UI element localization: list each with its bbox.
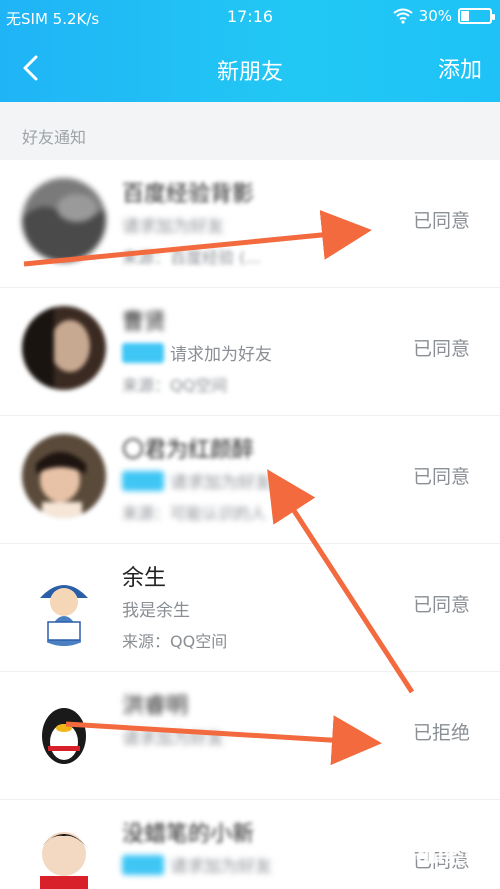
tag-badge xyxy=(122,854,164,875)
battery-percent: 30% xyxy=(418,7,452,25)
request-text: 请求加为好友 xyxy=(170,857,272,877)
status-bar: 无SIM 5.2K/s 17:16 30% xyxy=(0,0,500,34)
friend-name: 〇君为红颜醉 xyxy=(122,438,255,463)
status-label: 已同意 xyxy=(412,338,470,360)
source-text: 来源：可能认识的人 xyxy=(122,504,267,523)
request-row: 请求加为好友 xyxy=(122,340,272,365)
friend-name: 百度经验背影 xyxy=(122,182,255,207)
status-label: 已同意 xyxy=(412,466,470,488)
avatar xyxy=(22,434,106,518)
source-text: 来源：QQ空间 xyxy=(122,632,228,651)
screen: 无SIM 5.2K/s 17:16 30% 新朋友 添加 好友通知 百度经验背影… xyxy=(0,0,500,889)
avatar xyxy=(22,818,106,889)
request-text: 我是余生 xyxy=(122,601,190,621)
nav-bar: 新朋友 添加 xyxy=(0,34,500,102)
watermark: Baidu经验 xyxy=(380,844,485,868)
source-text: 来源：QQ空间 xyxy=(122,376,228,395)
friend-name: 余生 xyxy=(122,566,167,591)
request-row: 请求加为好友 xyxy=(122,852,272,877)
list-item[interactable]: 余生 我是余生 来源：QQ空间 已同意 xyxy=(0,544,500,672)
list-item[interactable]: 洪睿明 请求加为好友 已拒绝 xyxy=(0,672,500,800)
add-button[interactable]: 添加 xyxy=(438,52,482,84)
page-title: 新朋友 xyxy=(216,60,283,85)
tag-badge xyxy=(122,342,164,363)
friend-name: 曹贤 xyxy=(122,310,167,335)
wifi-icon xyxy=(393,8,413,24)
source-text: 来源：百度经验 (... xyxy=(122,248,261,267)
status-label: 已同意 xyxy=(412,210,470,232)
section-header: 好友通知 xyxy=(0,102,500,160)
list-item[interactable]: 百度经验背影 请求加为好友 来源：百度经验 (... 已同意 xyxy=(0,160,500,288)
avatar xyxy=(22,306,106,390)
request-text: 请求加为好友 xyxy=(170,345,272,365)
friend-name: 没蜡笔的小新 xyxy=(122,822,255,847)
request-text: 请求加为好友 xyxy=(122,729,224,749)
friend-notification-list: 百度经验背影 请求加为好友 来源：百度经验 (... 已同意 曹贤 请求加为好友… xyxy=(0,160,500,889)
friend-name: 洪睿明 xyxy=(122,694,189,719)
request-text: 请求加为好友 xyxy=(170,473,272,493)
header-bar: 无SIM 5.2K/s 17:16 30% 新朋友 添加 xyxy=(0,0,500,102)
section-title: 好友通知 xyxy=(22,128,87,147)
battery-icon xyxy=(458,8,495,24)
request-row: 请求加为好友 xyxy=(122,468,272,493)
list-item[interactable]: 曹贤 请求加为好友 来源：QQ空间 已同意 xyxy=(0,288,500,416)
avatar xyxy=(22,562,106,646)
status-label: 已同意 xyxy=(412,594,470,616)
avatar xyxy=(22,690,106,774)
status-label: 已拒绝 xyxy=(412,722,470,744)
avatar xyxy=(22,178,106,262)
list-item[interactable]: 〇君为红颜醉 请求加为好友 来源：可能认识的人 已同意 xyxy=(0,416,500,544)
tag-badge xyxy=(122,470,164,491)
request-text: 请求加为好友 xyxy=(122,217,224,237)
